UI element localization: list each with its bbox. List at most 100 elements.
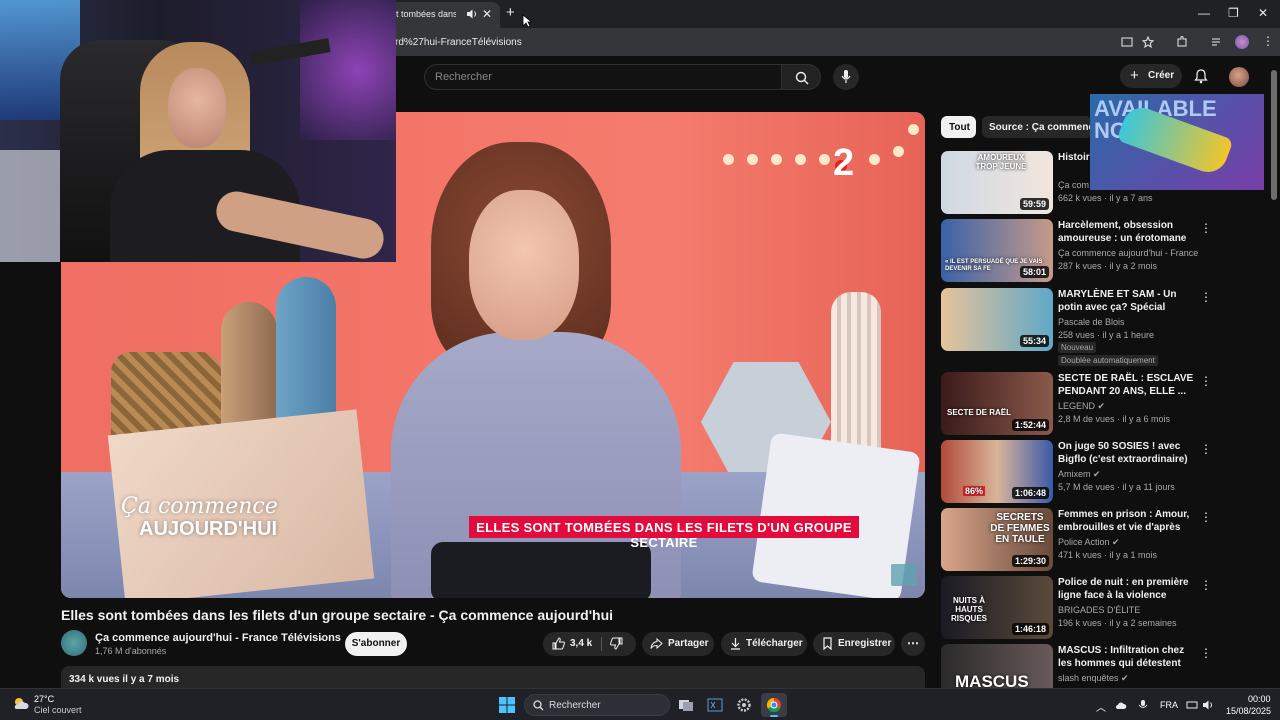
rec-title[interactable]: Harcèlement, obsession amoureuse : un ér… [1058, 219, 1196, 245]
more-options-icon[interactable]: ⋮ [1200, 290, 1212, 304]
thumbnail[interactable]: SECRETS DE FEMMES EN TAULE 1:29:30 [941, 508, 1053, 571]
channel-name[interactable]: Ça commence aujourd'hui - France Télévis… [95, 632, 341, 644]
verified-icon: ✔ [319, 633, 327, 643]
screen: Rechercher + Créer Elles sont tombées da… [0, 0, 1280, 720]
subscribe-button[interactable]: S'abonner [345, 632, 407, 656]
like-dislike-group: 3,4 k [543, 632, 636, 656]
weather-cloud-icon[interactable] [12, 695, 30, 713]
profile-avatar[interactable] [1235, 35, 1249, 49]
language-indicator[interactable]: FRA [1160, 700, 1178, 710]
list-item[interactable]: 55:34 MARYLÈNE ET SAM - Un potin avec ça… [941, 288, 1241, 366]
list-item[interactable]: 86% 1:06:48 On juge 50 SOSIES ! avec Big… [941, 440, 1241, 504]
star-icon[interactable] [1142, 36, 1154, 48]
list-item[interactable]: MASCUS MASCUS : Infiltration chez les ho… [941, 644, 1241, 688]
thumbnail[interactable]: NUITS À HAUTS RISQUES 1:46:18 [941, 576, 1053, 639]
scrollbar[interactable] [1271, 66, 1277, 686]
url-field[interactable]: rd%27hui-FranceTélévisions [395, 37, 522, 48]
rec-channel[interactable]: Ça commence aujourd'hui - France Télévi.… [1058, 248, 1198, 258]
list-item[interactable]: « IL EST PERSUADÉ QUE JE VAIS DEVENIR SA… [941, 219, 1241, 283]
tab-close-icon[interactable]: ✕ [482, 7, 492, 21]
thumbnail[interactable]: SECTE DE RAËL 1:52:44 [941, 372, 1053, 435]
tray-overflow-icon[interactable]: ︿ [1096, 699, 1106, 714]
search-input[interactable]: Rechercher [424, 64, 782, 90]
rec-title[interactable]: MASCUS : Infiltration chez les hommes qu… [1058, 644, 1196, 670]
thumbnail[interactable]: 55:34 [941, 288, 1053, 351]
channel-avatar[interactable] [61, 630, 87, 656]
close-window-button[interactable]: ✕ [1258, 6, 1268, 20]
rec-channel[interactable]: BRIGADES D'ÉLITE [1058, 605, 1198, 615]
notifications-bell-icon[interactable] [1193, 68, 1209, 84]
thumbnail[interactable]: 86% 1:06:48 [941, 440, 1053, 503]
cloud-sync-icon[interactable] [1115, 699, 1127, 711]
cast-icon[interactable] [1121, 36, 1133, 48]
account-avatar[interactable] [1229, 67, 1249, 87]
rec-channel[interactable]: Police Action ✔ [1058, 537, 1198, 548]
streamer-face [168, 68, 226, 148]
list-item[interactable]: NUITS À HAUTS RISQUES 1:46:18 Police de … [941, 576, 1241, 640]
duration: 1:06:48 [1011, 487, 1049, 499]
browser-menu-icon[interactable]: ⋮ [1262, 34, 1274, 48]
windows-start-icon[interactable] [499, 697, 515, 713]
media-queue-icon[interactable] [1211, 36, 1223, 48]
list-item[interactable]: SECRETS DE FEMMES EN TAULE 1:29:30 Femme… [941, 508, 1241, 572]
extensions-icon[interactable] [1176, 36, 1188, 48]
like-count[interactable]: 3,4 k [570, 638, 592, 649]
duration: 1:52:44 [1011, 419, 1049, 431]
more-actions-button[interactable]: ⋯ [901, 632, 925, 656]
save-button[interactable]: Enregistrer [813, 632, 895, 656]
description-box[interactable]: 334 k vues il y a 7 mois [61, 666, 925, 688]
thumbs-up-icon[interactable] [552, 637, 565, 650]
thumbnail[interactable]: AMOUREUX TROP JEUNE 59:59 [941, 151, 1053, 214]
chip-all[interactable]: Tout [941, 116, 976, 138]
thumbnail[interactable]: MASCUS [941, 644, 1053, 688]
share-button[interactable]: Partager [642, 632, 714, 656]
create-label: Créer [1148, 70, 1175, 81]
scrollbar-thumb[interactable] [1271, 70, 1277, 200]
rec-channel[interactable]: Amixem ✔ [1058, 469, 1198, 480]
task-view-icon[interactable] [678, 697, 694, 713]
rec-title[interactable]: Femmes en prison : Amour, embrouilles et… [1058, 508, 1196, 534]
chip-source[interactable]: Source : Ça commence a [982, 116, 1092, 138]
share-icon [650, 637, 663, 650]
chip-all-label: Tout [949, 122, 970, 133]
volume-icon[interactable] [1202, 699, 1214, 711]
clock-date[interactable]: 15/08/2025 [1226, 706, 1271, 716]
maximize-button[interactable]: ❐ [1228, 6, 1239, 20]
more-options-icon[interactable]: ⋮ [1200, 646, 1212, 660]
more-options-icon[interactable]: ⋮ [1200, 578, 1212, 592]
more-options-icon[interactable]: ⋮ [1200, 374, 1212, 388]
thumbnail-text: MASCUS [955, 672, 1029, 688]
more-options-icon[interactable]: ⋮ [1200, 442, 1212, 456]
rec-title[interactable]: MARYLÈNE ET SAM - Un potin avec ça? Spéc… [1058, 288, 1196, 314]
mic-tray-icon[interactable] [1137, 699, 1149, 711]
minimize-button[interactable]: — [1198, 6, 1210, 20]
rec-channel[interactable]: Pascale de Blois [1058, 317, 1198, 327]
speaker-icon[interactable] [466, 8, 478, 20]
clock-time[interactable]: 00:00 [1248, 694, 1271, 704]
taskbar-search[interactable]: Rechercher [524, 694, 670, 716]
settings-gear-icon[interactable] [736, 697, 752, 713]
download-button[interactable]: Télécharger [721, 632, 807, 656]
voice-search-button[interactable] [833, 64, 859, 90]
search-button[interactable] [781, 64, 821, 90]
list-item[interactable]: SECTE DE RAËL 1:52:44 SECTE DE RAËL : ES… [941, 372, 1241, 436]
more-options-icon[interactable]: ⋮ [1200, 510, 1212, 524]
rec-title[interactable]: SECTE DE RAËL : ESCLAVE PENDANT 20 ANS, … [1058, 372, 1196, 398]
download-label: Télécharger [746, 638, 803, 649]
thumbnail-text: NUITS À HAUTS RISQUES [950, 596, 987, 623]
network-icon[interactable] [1186, 699, 1198, 711]
thumbnail[interactable]: « IL EST PERSUADÉ QUE JE VAIS DEVENIR SA… [941, 219, 1053, 282]
rec-title[interactable]: On juge 50 SOSIES ! avec Bigflo (c'est e… [1058, 440, 1196, 466]
create-button[interactable]: + Créer [1120, 64, 1182, 88]
rec-channel[interactable]: LEGEND ✔ [1058, 401, 1198, 412]
chrome-app-icon[interactable] [761, 693, 787, 717]
thumbs-down-icon[interactable] [610, 637, 623, 650]
more-options-icon[interactable]: ⋮ [1200, 221, 1212, 235]
rec-channel[interactable]: slash enquêtes ✔ [1058, 673, 1198, 684]
duration: 59:59 [1019, 198, 1049, 210]
show-logo: Ça commence AUJOURD'HUI [121, 496, 278, 541]
excel-app-icon[interactable] [707, 697, 723, 713]
rec-title[interactable]: Police de nuit : en première ligne face … [1058, 576, 1196, 602]
tab-active[interactable]: t tombées dans les fil ✕ [380, 2, 500, 28]
new-tab-button[interactable]: + [506, 4, 515, 21]
